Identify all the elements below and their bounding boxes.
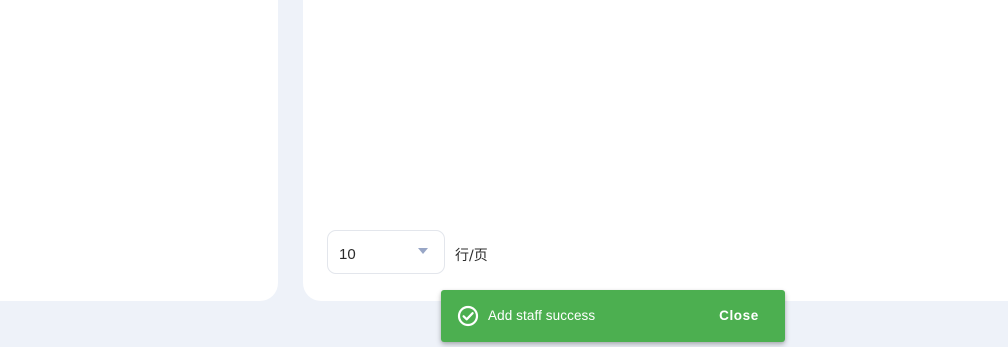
rows-per-page-label: 行/页 (455, 248, 488, 264)
snackbar-message: Add staff success (488, 308, 596, 323)
check-circle-icon (457, 305, 479, 327)
success-snackbar: Add staff success Close (441, 290, 785, 342)
left-panel (0, 0, 278, 301)
chevron-down-icon (418, 248, 428, 254)
rows-per-page-select[interactable]: 10 (327, 230, 445, 274)
rows-per-page-value: 10 (339, 246, 356, 263)
snackbar-close-button[interactable]: Close (707, 302, 771, 330)
